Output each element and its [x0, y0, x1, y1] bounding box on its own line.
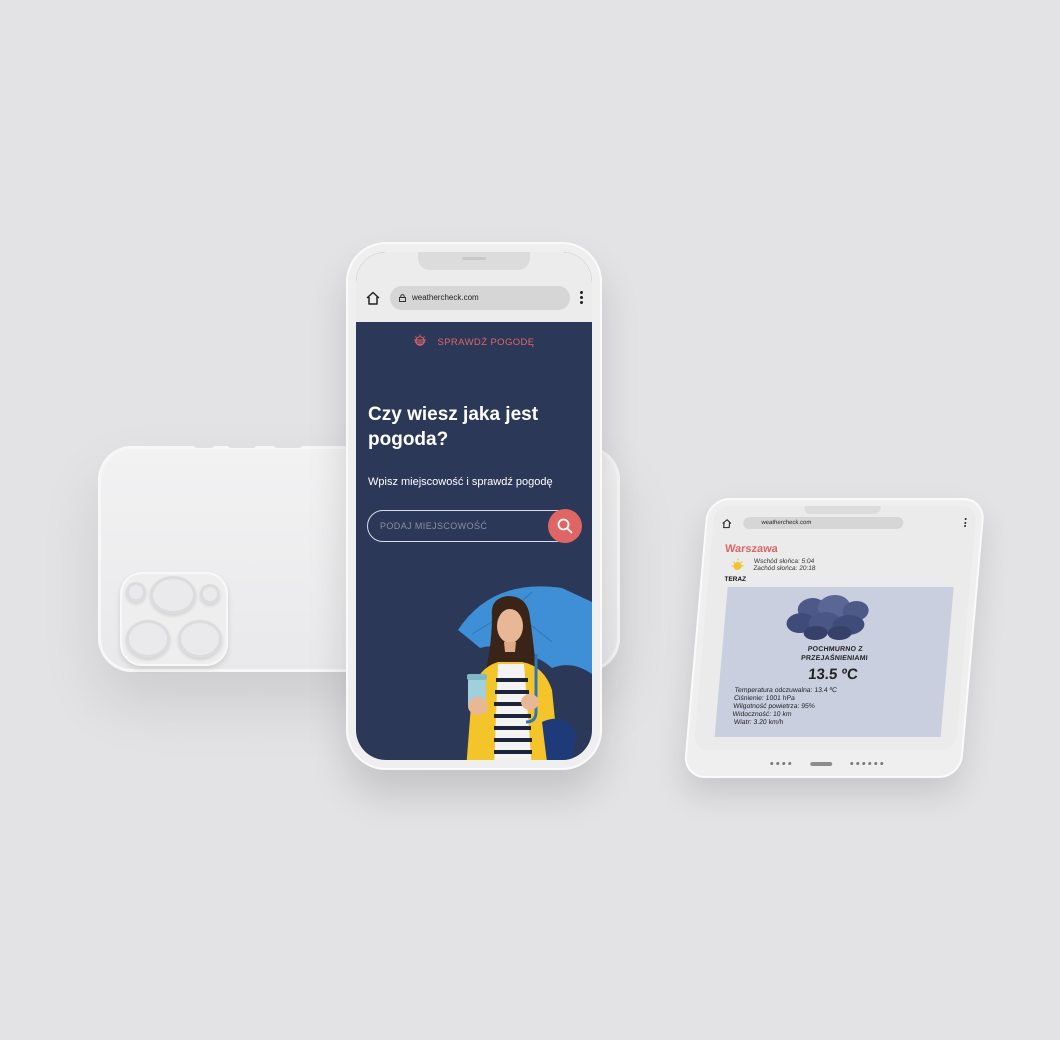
camera-lens [178, 620, 222, 658]
sunset-time: Zachód słońca: 20:18 [753, 565, 816, 572]
city-name: Warszawa [724, 543, 779, 555]
weather-logo-icon [414, 334, 427, 346]
camera-lens [126, 582, 146, 602]
main-screen: weathercheck.com SPRAWDŹ POGODĘ Czy wies… [356, 252, 592, 760]
lock-icon [399, 294, 406, 302]
sun-icon [728, 558, 746, 573]
camera-lens [126, 620, 170, 658]
hero-title: Czy wiesz jaka jest pogoda? [368, 404, 539, 450]
sunrise-time: Wschód słońca: 5:04 [753, 558, 815, 565]
city-search-input[interactable]: PODAJ MIEJSCOWOŚĆ [367, 510, 572, 542]
url-text: weathercheck.com [761, 520, 812, 526]
side-button [228, 443, 256, 448]
speaker-grill [770, 762, 792, 766]
weather-condition: POCHMURNO Z PRZEJAŚNIENIAMI [800, 646, 869, 662]
camera-module [120, 572, 228, 666]
search-icon [557, 518, 573, 534]
url-bar[interactable]: weathercheck.com [390, 286, 570, 310]
cloud-icon [786, 595, 869, 640]
side-button [194, 443, 214, 448]
visibility: Widoczność: 10 km [732, 711, 792, 718]
results-screen: weathercheck.com Warszawa Wschód słońca:… [693, 506, 977, 750]
more-vert-icon[interactable] [580, 291, 584, 305]
charging-port [810, 762, 833, 766]
brand-label: SPRAWDŹ POGODĘ [437, 337, 535, 348]
speaker-grill [850, 762, 884, 766]
main-phone: weathercheck.com SPRAWDŹ POGODĘ Czy wies… [346, 242, 602, 770]
speaker [462, 257, 486, 260]
brand[interactable]: SPRAWDŹ POGODĘ [356, 334, 592, 348]
results-phone: weathercheck.com Warszawa Wschód słońca:… [683, 498, 986, 778]
current-weather-card: POCHMURNO Z PRZEJAŚNIENIAMI 13.5 ºC Temp… [714, 587, 954, 737]
pressure: Ciśnienie: 1001 hPa [733, 695, 796, 702]
woman-with-umbrella-illustration [458, 586, 592, 760]
more-vert-icon[interactable] [963, 518, 968, 528]
search-button[interactable] [548, 509, 582, 543]
side-button [274, 443, 302, 448]
now-label: TERAZ [724, 576, 747, 583]
feels-like: Temperatura odczuwalna: 13.4 ºC [734, 687, 838, 694]
home-icon[interactable] [721, 518, 733, 529]
notch [418, 252, 530, 270]
phone-bottom-edge [684, 762, 963, 768]
browser-bar: weathercheck.com [356, 252, 592, 322]
url-text: weathercheck.com [412, 293, 479, 302]
wind: Wiatr: 3.20 km/h [733, 719, 784, 726]
camera-lens [200, 584, 220, 604]
camera-lens [150, 576, 196, 614]
hero-subtitle: Wpisz miejscowość i sprawdź pogodę [368, 476, 553, 488]
notch [804, 506, 881, 514]
home-icon[interactable] [365, 290, 381, 306]
temperature: 13.5 ºC [807, 666, 859, 683]
humidity: Wilgotność powietrza: 95% [732, 703, 816, 710]
url-bar[interactable]: weathercheck.com [742, 517, 904, 529]
